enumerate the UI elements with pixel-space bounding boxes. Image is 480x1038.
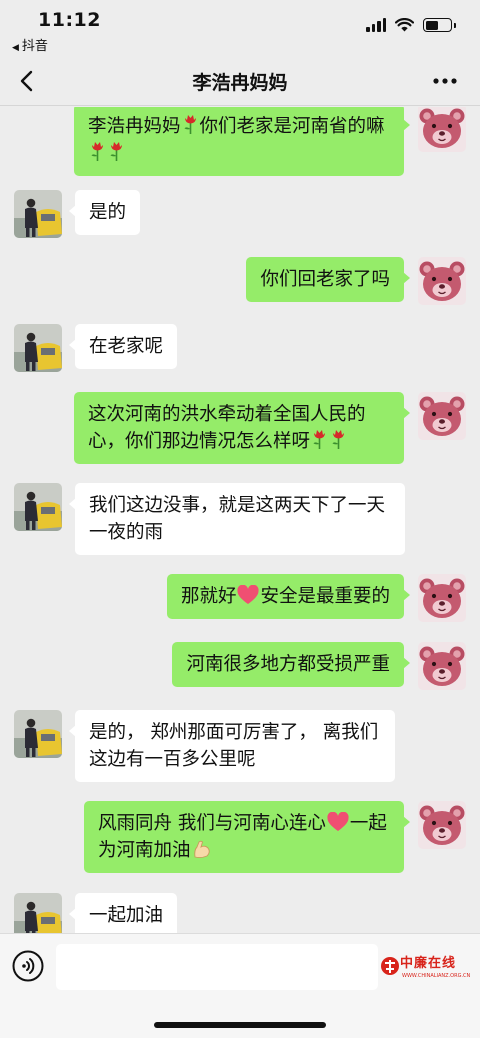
message-text: 你们回老家了吗 [260,269,390,290]
message-text: 风雨同舟 我们与河南心连心 [98,813,326,834]
received-message-bubble[interactable]: 是的 [68,190,141,235]
message-text: 是的， 郑州那面可厉害了， 离我们这边有一百多公里呢 [89,722,379,770]
person-photo-avatar-art [14,710,62,758]
sent-message-bubble[interactable]: 李浩冉妈妈 你们老家是河南省的嘛 [74,107,410,176]
contact-avatar[interactable] [14,710,62,758]
my-avatar[interactable] [418,801,466,849]
status-icons [366,18,456,32]
person-photo-avatar-art [14,324,62,372]
message-list[interactable]: 李浩冉妈妈 你们老家是河南省的嘛是的你们回老家了吗在老家呢这次河南的洪水牵动着全国… [0,107,480,933]
lotso-bear-avatar-art [418,801,466,849]
chat-header: 李浩冉妈妈 [0,56,480,106]
message-text: 在老家呢 [89,336,164,357]
home-indicator[interactable] [154,1022,326,1028]
message-text: 河南很多地方都受损严重 [186,654,390,675]
wifi-icon [395,18,414,32]
lotso-bear-avatar-art [418,642,466,690]
message-input[interactable] [56,944,378,990]
back-to-app-link[interactable]: ◀ 抖音 [12,35,48,54]
rose-emoji-icon [91,142,103,161]
sent-message-bubble[interactable]: 你们回老家了吗 [246,257,410,302]
message-text: 你们老家是河南省的嘛 [199,116,385,137]
battery-icon [423,18,456,32]
status-bar: 11:12 ◀ 抖音 [0,0,480,56]
input-bar: 中廉在线 WWW.CHINALIANZ.ORG.CN [0,933,480,1038]
message-text: 我们这边没事，就是这两天下了一天一夜的雨 [89,495,386,543]
status-time: 11:12 [38,9,101,31]
flexed-biceps-emoji-icon [193,840,210,859]
person-photo-avatar-art [14,483,62,531]
sent-message-bubble[interactable]: 那就好 安全是最重要的 [166,574,411,619]
more-dots-icon[interactable] [430,69,460,93]
message-text: 那就好 [180,586,237,607]
sent-message-bubble[interactable]: 风雨同舟 我们与河南心连心 一起为河南加油 [84,801,410,873]
my-avatar[interactable] [418,107,466,152]
person-photo-avatar-art [14,190,62,238]
heart-emoji-icon [327,812,349,831]
back-app-label: 抖音 [21,39,48,54]
lotso-bear-avatar-art [418,107,466,152]
received-message-bubble[interactable]: 在老家呢 [68,324,178,369]
received-message-bubble[interactable]: 我们这边没事，就是这两天下了一天一夜的雨 [69,483,405,555]
lotso-bear-avatar-art [418,392,466,440]
contact-avatar[interactable] [14,324,62,372]
rose-emoji-icon [313,430,326,449]
watermark-logo: 中廉在线 WWW.CHINALIANZ.ORG.CN [380,952,476,988]
my-avatar[interactable] [418,642,466,690]
contact-avatar[interactable] [14,893,62,933]
watermark-emblem-icon [381,957,399,975]
my-avatar[interactable] [418,574,466,622]
message-text: 李浩冉妈妈 [88,116,181,137]
back-arrow-icon: ◀ [12,43,19,53]
watermark-url: WWW.CHINALIANZ.ORG.CN [402,973,471,979]
cellular-signal-icon [366,18,386,32]
lotso-bear-avatar-art [418,574,466,622]
contact-avatar[interactable] [14,190,62,238]
chat-title: 李浩冉妈妈 [192,72,288,94]
message-text: 一起加油 [89,905,164,926]
heart-emoji-icon [237,585,260,604]
rose-emoji-icon [184,115,196,134]
received-message-bubble[interactable]: 一起加油 [68,893,178,933]
lotso-bear-avatar-art [418,257,466,305]
received-message-bubble[interactable]: 是的， 郑州那面可厉害了， 离我们这边有一百多公里呢 [69,710,395,782]
rose-emoji-icon [110,142,122,161]
message-text: 安全是最重要的 [260,586,390,607]
rose-emoji-icon [332,430,345,449]
sent-message-bubble[interactable]: 这次河南的洪水牵动着全国人民的心，你们那边情况怎么样呀 [74,392,410,464]
my-avatar[interactable] [418,257,466,305]
my-avatar[interactable] [418,392,466,440]
contact-avatar[interactable] [14,483,62,531]
message-text: 是的 [89,202,127,223]
watermark-text: 中廉在线 [400,956,457,971]
sent-message-bubble[interactable]: 河南很多地方都受损严重 [172,642,410,687]
person-photo-avatar-art [14,893,62,933]
voice-icon[interactable] [12,950,44,982]
